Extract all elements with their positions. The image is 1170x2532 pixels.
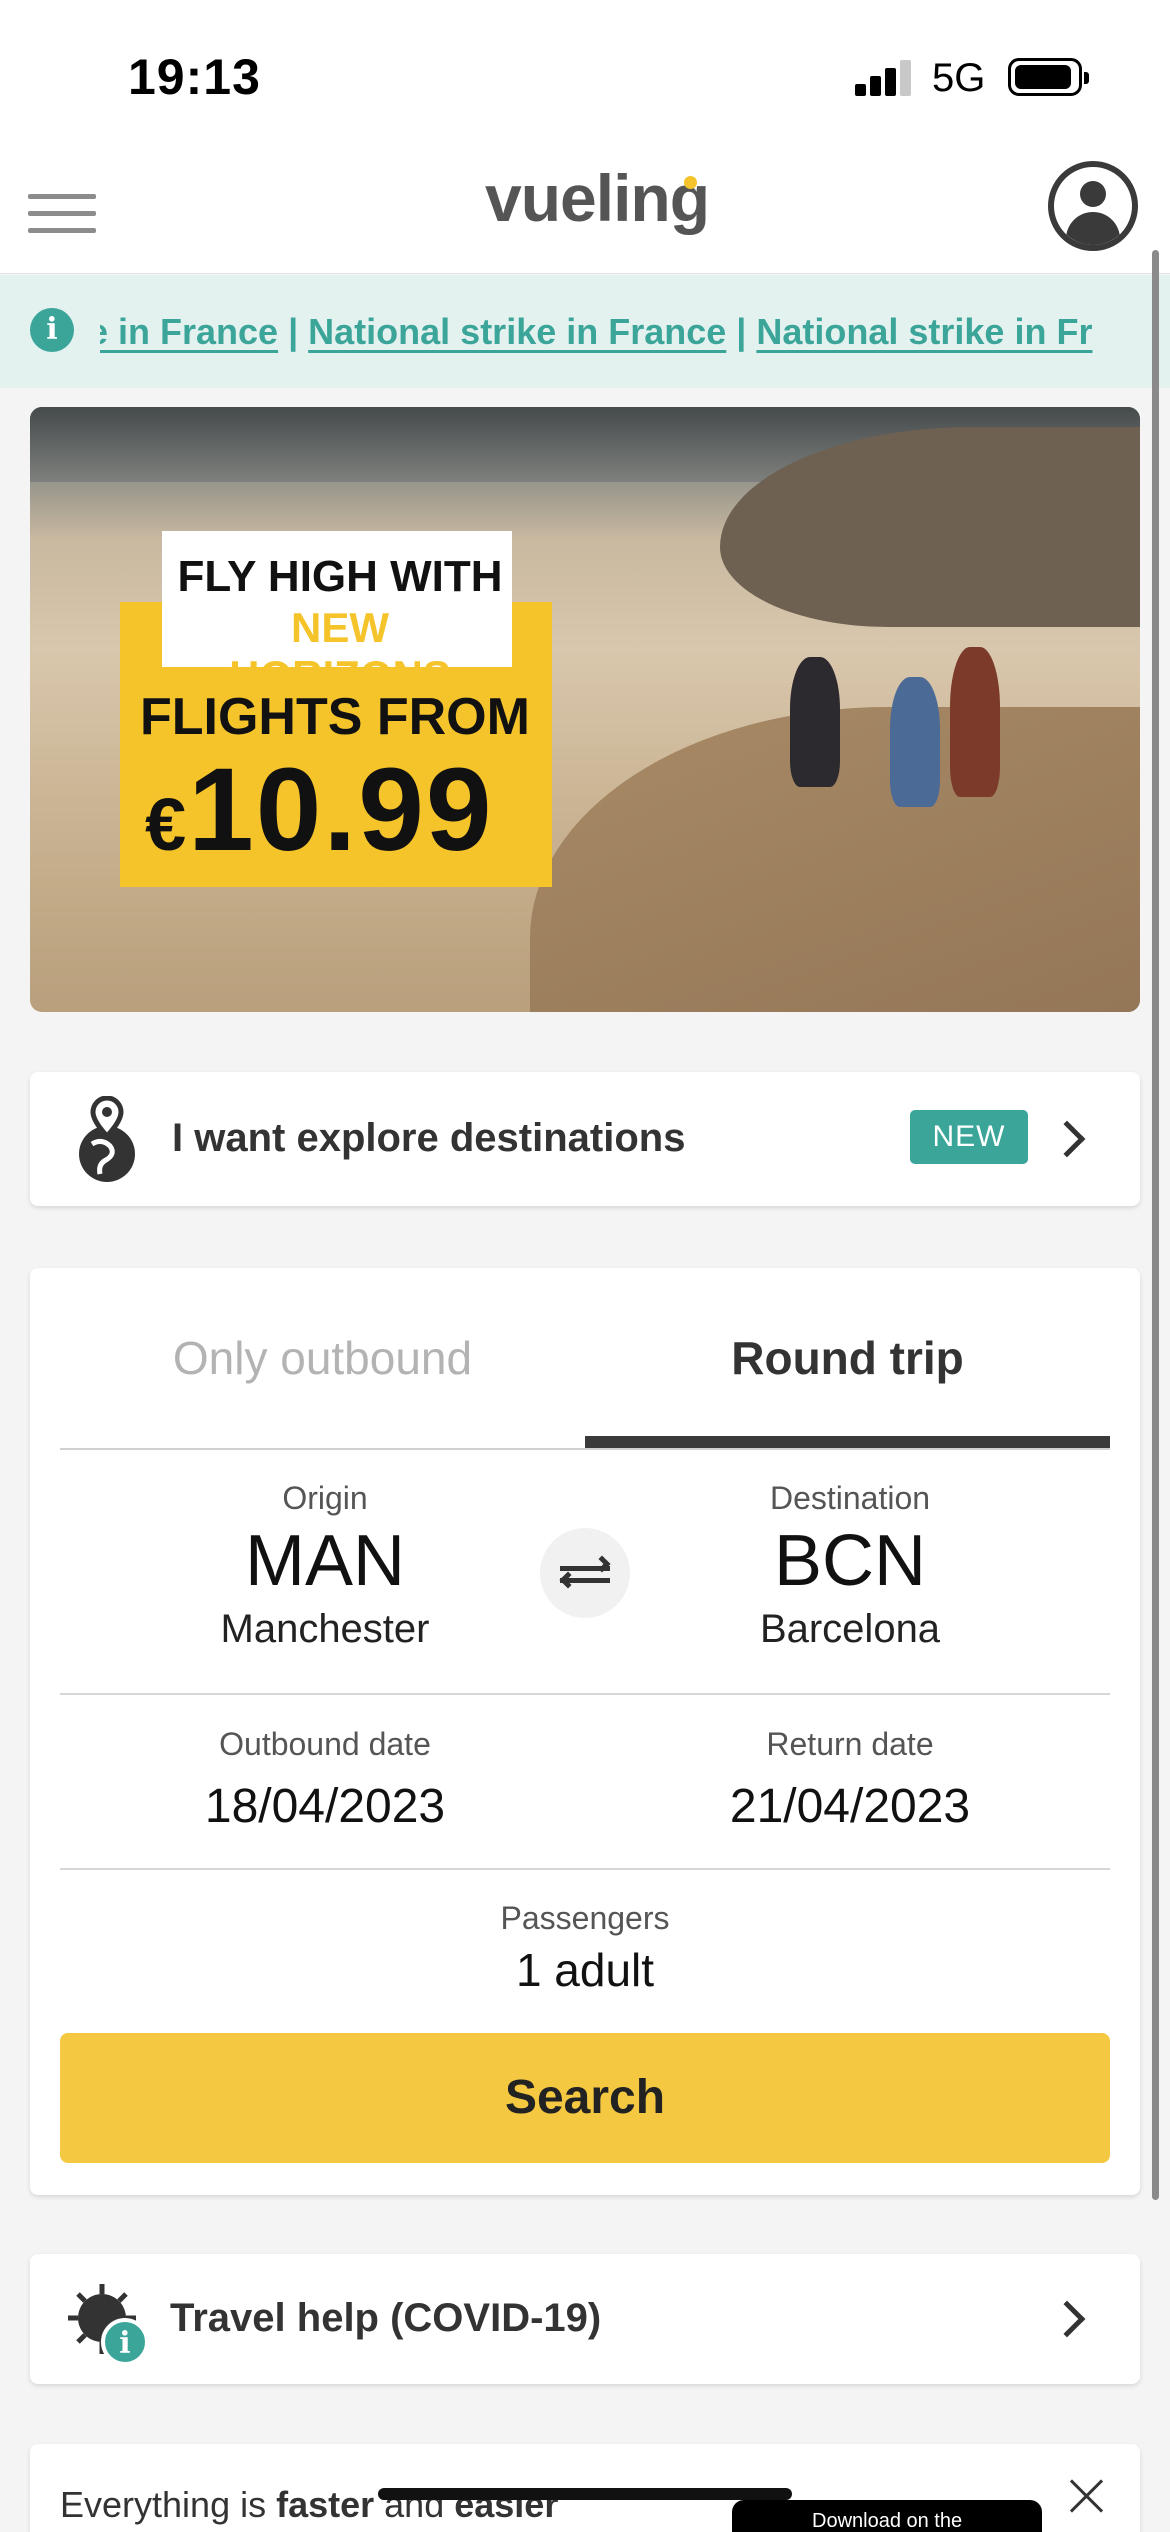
destination-city: Barcelona [759,1607,941,1651]
search-button[interactable]: Search [60,2033,1110,2163]
new-badge: NEW [910,1110,1028,1164]
travel-help-label: Travel help (COVID-19) [170,2296,602,2340]
logo-dot [684,176,697,189]
flight-search-card: Only outbound Round trip Origin MAN Manc… [30,1268,1140,2195]
destination-code: BCN [773,1521,926,1601]
chevron-right-icon [1048,2300,1086,2338]
return-date-field[interactable]: Return date 21/04/2023 [635,1726,1065,1834]
active-tab-indicator [585,1436,1110,1448]
account-icon[interactable] [1048,161,1138,251]
info-icon: i [30,308,74,352]
outbound-date-field[interactable]: Outbound date 18/04/2023 [110,1726,540,1834]
app-header: vueling [0,150,1170,274]
promo-price-value: 10.99 [188,744,494,876]
explore-destinations-card[interactable]: I want explore destinations NEW [30,1072,1140,1206]
promo-price: €10.99 [145,742,493,878]
close-icon[interactable] [1065,2474,1109,2518]
chevron-right-icon [1048,1120,1086,1158]
status-time: 19:13 [128,49,261,105]
banner-person [890,677,940,807]
app-store-button[interactable]: Download on the [732,2500,1042,2532]
alert-ticker: e in France | National strike in France | Na… [100,311,1170,361]
promo-currency: € [145,783,189,866]
alert-link[interactable]: National strike in France [308,311,726,352]
alert-separator: | [288,311,299,352]
network-label: 5G [932,56,986,100]
outbound-date-value: 18/04/2023 [204,1780,446,1833]
destination-label: Destination [769,1480,931,1516]
svg-text:i: i [119,2326,130,2361]
origin-city: Manchester [220,1607,430,1651]
promo-flights-from: FLIGHTS FROM [140,688,530,746]
explore-label: I want explore destinations [172,1116,686,1160]
banner-person [790,657,840,787]
field-divider [60,1868,1110,1870]
status-bar: 19:13 5G [0,0,1170,150]
origin-label: Origin [282,1480,368,1516]
vueling-logo[interactable]: vueling [485,160,710,236]
destination-field[interactable]: Destination BCN Barcelona [635,1480,1065,1652]
banner-person [950,647,1000,797]
alert-link[interactable]: National strike in Fr [756,311,1092,352]
passengers-value: 1 adult [515,1944,655,1996]
globe-pin-icon [79,1096,135,1182]
field-divider [60,1693,1110,1695]
outbound-date-label: Outbound date [219,1726,431,1762]
promo-headline: FLY HIGH WITH [177,552,503,601]
swap-airports-icon[interactable] [540,1528,630,1618]
tab-only-outbound[interactable]: Only outbound [60,1268,585,1448]
home-indicator [378,2488,792,2500]
passengers-label: Passengers [500,1900,670,1936]
app-text-part: Everything is [60,2484,277,2525]
alert-separator: | [736,311,747,352]
app-text-bold: faster [276,2484,375,2525]
virus-info-icon: i [68,2284,149,2366]
origin-field[interactable]: Origin MAN Manchester [110,1480,540,1652]
return-date-label: Return date [766,1726,934,1762]
hamburger-menu-icon[interactable] [28,182,98,238]
passengers-field[interactable]: Passengers 1 adult [60,1900,1110,1997]
signal-icon [855,60,915,96]
origin-code: MAN [245,1521,405,1601]
travel-help-card[interactable]: i Travel help (COVID-19) [30,2254,1140,2384]
page-scrollbar[interactable] [1152,250,1159,2200]
battery-icon [1008,58,1089,96]
tab-divider [60,1448,1110,1450]
alert-link[interactable]: e in France [100,311,278,352]
tab-round-trip[interactable]: Round trip [585,1268,1110,1448]
return-date-value: 21/04/2023 [729,1780,971,1833]
promo-subheadline: NEW HORIZONS [229,604,451,699]
alert-banner: i e in France | National strike in France |… [0,275,1170,388]
promo-banner[interactable]: FLY HIGH WITH NEW HORIZONS FLIGHTS FROM … [30,407,1140,1012]
